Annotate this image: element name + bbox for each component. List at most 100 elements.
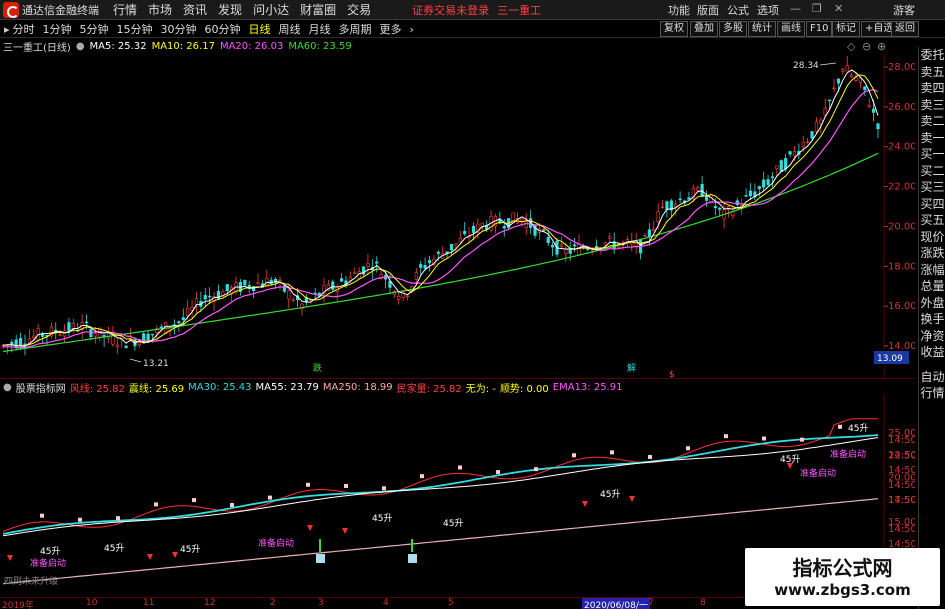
btn-stats[interactable]: 统计 <box>748 21 776 37</box>
sidebar-item[interactable]: 买二 <box>919 163 945 180</box>
sidebar-item[interactable]: 收益 <box>919 344 945 361</box>
sidebar-item[interactable]: 涨幅 <box>919 262 945 279</box>
candle-body <box>62 330 67 337</box>
down-arrow-marker <box>7 555 13 561</box>
period-30min[interactable]: 30分钟 <box>161 21 197 37</box>
menu-trade[interactable]: 交易 <box>347 1 371 18</box>
candle-body <box>704 195 709 201</box>
settings-circle-icon[interactable]: ● <box>76 41 85 52</box>
period-more[interactable]: 更多 <box>380 21 402 37</box>
user-guest[interactable]: 游客 <box>893 2 915 18</box>
period-1min[interactable]: 1分钟 <box>43 21 72 37</box>
dot-marker <box>838 424 842 429</box>
menu-quotes[interactable]: 行情 <box>113 1 137 18</box>
app-title: 通达信金融终端 <box>22 3 99 17</box>
diamond-icon[interactable]: ◇ <box>847 40 855 53</box>
minus-circle-icon[interactable]: ⊖ <box>862 40 871 53</box>
time-tick-label: 14:50 <box>888 495 915 506</box>
main-chart-header: 三一重工(日线) ● MA5: 25.32 MA10: 26.17 MA20: … <box>0 39 357 54</box>
candle-body <box>454 243 458 246</box>
sidebar-item[interactable]: 行情 <box>919 385 945 402</box>
y-tick-label: 18.00 <box>888 261 915 272</box>
sidebar-item[interactable]: 换手 <box>919 311 945 328</box>
candle-body <box>770 176 775 179</box>
sidebar-item[interactable]: 现价 <box>919 229 945 246</box>
sidebar-item[interactable]: 买一 <box>919 146 945 163</box>
candle-body <box>687 197 691 200</box>
minimize-icon[interactable]: — <box>790 2 801 15</box>
sidebar-item[interactable]: 净资 <box>919 328 945 345</box>
sidebar-item[interactable]: 卖一 <box>919 130 945 147</box>
sidebar-item[interactable]: 总量 <box>919 278 945 295</box>
period-timeshare[interactable]: 分时 <box>13 21 35 37</box>
restore-icon[interactable]: ❐ <box>812 2 822 15</box>
period-15min[interactable]: 15分钟 <box>117 21 153 37</box>
candle-body <box>801 142 805 148</box>
high-price-label: 28.34 <box>793 61 819 71</box>
sidebar-item[interactable]: 外盘 <box>919 295 945 312</box>
date-label: 12 <box>204 598 216 608</box>
candle-body <box>713 206 717 209</box>
candle-body <box>810 131 814 139</box>
btn-mark[interactable]: 标记 <box>832 21 860 37</box>
signal-annotation: 45升 <box>372 513 392 524</box>
candle-body <box>643 235 647 237</box>
sidebar-item[interactable]: 买三 <box>919 179 945 196</box>
more-chevron-icon[interactable]: › <box>410 23 414 36</box>
period-multi[interactable]: 多周期 <box>339 21 372 37</box>
menu-ask[interactable]: 问小达 <box>253 1 289 18</box>
sidebar-item[interactable]: 卖四 <box>919 80 945 97</box>
btn-multistock[interactable]: 多股 <box>719 21 747 37</box>
indicator-header: ● 股票指标网 风线: 25.82 震线: 25.69 MA30: 25.43 … <box>0 380 626 395</box>
indicator-ma30: MA30: 25.43 <box>188 381 252 393</box>
sidebar-item[interactable]: 涨跌 <box>919 245 945 262</box>
indicator-ma55: MA55: 23.79 <box>255 381 319 393</box>
period-60min[interactable]: 60分钟 <box>205 21 241 37</box>
ma60-value: MA60: 23.59 <box>288 40 352 52</box>
candle-body <box>287 290 291 300</box>
login-status[interactable]: 证券交易未登录 <box>412 2 489 18</box>
sidebar-item[interactable]: 自动 <box>919 369 945 386</box>
menu-function[interactable]: 功能 <box>668 2 690 18</box>
menu-formula[interactable]: 公式 <box>727 2 749 18</box>
time-tick-label: 14:50 <box>888 450 915 461</box>
low-price-label: 13.21 <box>143 359 169 369</box>
close-icon[interactable]: ✕ <box>834 2 843 15</box>
indicator-settings-icon[interactable]: ● <box>3 382 12 393</box>
stock-period-label: 三一重工(日线) <box>3 42 71 54</box>
sidebar-item[interactable]: 卖五 <box>919 64 945 81</box>
menu-market[interactable]: 市场 <box>148 1 172 18</box>
btn-adjust[interactable]: 复权 <box>660 21 688 37</box>
dot-marker <box>610 450 614 455</box>
sidebar-item[interactable]: 委托 <box>919 47 945 64</box>
candle-body <box>828 99 832 102</box>
btn-draw[interactable]: 画线 <box>777 21 805 37</box>
period-weekly[interactable]: 周线 <box>279 21 301 37</box>
candle-body <box>652 228 656 231</box>
sidebar-item[interactable]: 买四 <box>919 196 945 213</box>
menu-discover[interactable]: 发现 <box>218 1 242 18</box>
btn-back[interactable]: 返回 <box>891 21 919 37</box>
dot-marker <box>648 454 652 459</box>
period-monthly[interactable]: 月线 <box>309 21 331 37</box>
sidebar-item[interactable]: 卖三 <box>919 97 945 114</box>
period-5min[interactable]: 5分钟 <box>80 21 109 37</box>
plus-circle-icon[interactable]: ⊕ <box>877 40 886 53</box>
candle-body <box>84 321 89 324</box>
sidebar-item[interactable]: 卖二 <box>919 113 945 130</box>
btn-overlay[interactable]: 叠加 <box>690 21 718 37</box>
toolbar-arrow-icon[interactable]: ▸ <box>4 23 10 36</box>
menu-layout[interactable]: 版面 <box>697 2 719 18</box>
signal-annotation: 45升 <box>600 489 620 500</box>
candle-body <box>814 121 819 132</box>
btn-f10[interactable]: F10 <box>806 21 833 37</box>
stock-title: 三一重工 <box>497 3 542 17</box>
sidebar-item[interactable]: 买五 <box>919 212 945 229</box>
menu-news[interactable]: 资讯 <box>183 1 207 18</box>
candle-body <box>339 278 344 282</box>
candlestick-chart[interactable]: 28.00 26.00 24.00 22.00 20.00 18.00 16.00 14.00… <box>0 53 915 378</box>
menu-wealth[interactable]: 财富圈 <box>300 1 336 18</box>
menu-options[interactable]: 选项 <box>757 2 779 18</box>
period-daily[interactable]: 日线 <box>249 21 271 37</box>
date-label: 11 <box>143 598 155 608</box>
